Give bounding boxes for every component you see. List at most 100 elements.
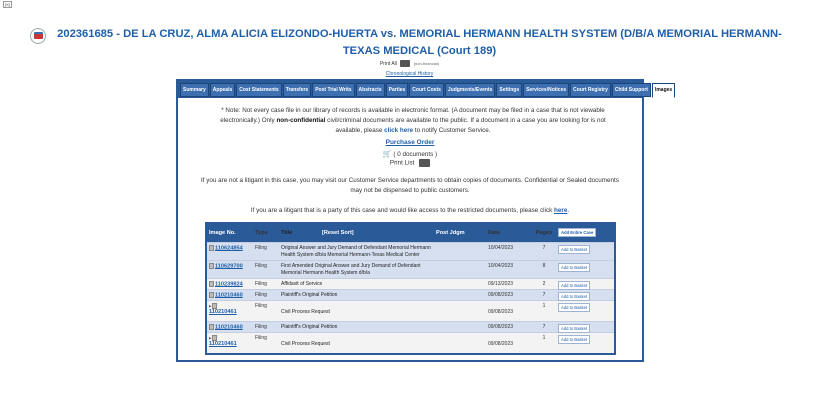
action-cell: Add to Basket [558,263,614,272]
add-entire-case-button[interactable]: Add Entire Case [558,228,597,237]
tab-settings[interactable]: Settings [496,83,523,97]
note-text-3: to notify Customer Service. [413,127,491,134]
header-post-jdgm[interactable]: Post Jdgm [436,230,488,236]
print-all-row: Print All (non-financial) [0,60,819,67]
add-to-basket-button[interactable]: Add to Basket [558,245,591,254]
header-title: Title [Reset Sort] [281,230,436,237]
case-header: 202361685 - DE LA CRUZ, ALMA ALICIA ELIZ… [0,26,819,60]
not-litigant-text: If you are not a litigant in this case, … [201,177,619,194]
add-to-basket-button[interactable]: Add to Basket [558,335,591,344]
date-cell: 10/04/2023 [488,263,514,269]
tab-images[interactable]: Images [651,83,676,98]
images-table: Image No. Type Title [Reset Sort] Post J… [205,222,616,355]
table-row: 110629700 Filing First Amended Original … [207,260,614,278]
date-cell: 10/04/2023 [488,245,514,251]
add-to-basket-button[interactable]: Add to Basket [558,324,591,333]
title-cell: Civil Process Request [281,341,330,347]
tab-services-notices[interactable]: Services/Notices [523,83,570,97]
table-row: 110624854 Filing Original Answer and Jur… [207,242,614,260]
image-link[interactable]: 110629700 [215,263,243,269]
county-seal-icon [30,28,46,44]
litigant-text-body: If you are a litigant that is a party of… [250,207,555,214]
printer-icon[interactable] [400,60,411,67]
restricted-access-link[interactable]: here [554,207,567,214]
header-type[interactable]: Type [255,230,281,236]
print-list-label: Print List [389,159,415,167]
date-cell: 09/08/2023 [488,309,514,315]
tab-parties[interactable]: Parties [385,83,409,97]
notify-customer-service-link[interactable]: click here [384,127,413,134]
purchase-order-link[interactable]: Purchase Order [178,139,642,146]
image-link[interactable]: 110210461 [209,309,237,315]
type-cell: Filing [255,324,267,330]
pages-cell: 8 [542,263,546,269]
document-icon [209,281,214,287]
image-link[interactable]: 110239824 [215,281,243,287]
tab-court-costs[interactable]: Court Costs [409,83,444,97]
image-cell: 110239824 [207,281,255,287]
date-cell: 09/08/2023 [488,341,514,347]
header-title-label[interactable]: Title [281,230,292,236]
header-pages[interactable]: Pages [530,230,558,236]
action-cell: Add to Basket [558,303,614,312]
title-cell: Civil Process Request [281,309,330,315]
header-image-no[interactable]: Image No. [207,230,255,236]
action-cell: Add to Basket [558,335,614,344]
image-link[interactable]: 110210460 [215,292,243,298]
document-icon [211,303,217,309]
tab-cost-statements[interactable]: Cost Statements [236,83,282,97]
note-bold: non-confidential [276,117,326,124]
tab-judgments-events[interactable]: Judgments/Events [444,83,496,97]
case-panel: Summary Appeals Cost Statements Transfer… [176,79,676,362]
tab-summary[interactable]: Summary [180,83,209,97]
type-cell: Filing [255,281,267,287]
add-to-basket-button[interactable]: Add to Basket [558,263,591,272]
image-cell: 110210460 [207,292,255,298]
tab-appeals[interactable]: Appeals [209,83,236,97]
pages-cell: 7 [542,245,546,251]
close-window-button[interactable]: [X] [3,1,12,8]
documents-count-row: 🛒 ( 0 documents ) [178,150,642,158]
documents-count: ( 0 documents ) [393,151,438,158]
chronological-history-link[interactable]: Chronological History [0,71,819,77]
type-cell: Filing [255,303,267,309]
tab-child-support[interactable]: Child Support [611,83,651,97]
action-cell: Add to Basket [558,245,614,254]
litigant-text-end: . [567,207,570,214]
tab-abstracts[interactable]: Abstracts [355,83,385,97]
image-cell: ▸ 110210461 [207,335,255,347]
image-link[interactable]: 110624854 [215,245,243,251]
date-cell: 09/08/2023 [488,324,514,330]
title-cell: Plaintiff's Original Petition [281,324,338,330]
document-icon [209,292,214,298]
image-cell: ▸ 110210461 [207,303,255,315]
type-cell: Filing [255,335,267,341]
tab-transfers[interactable]: Transfers [282,83,312,97]
document-icon [209,263,214,269]
add-to-basket-button[interactable]: Add to Basket [558,292,591,301]
tab-court-registry[interactable]: Court Registry [570,83,611,97]
print-list-printer-icon[interactable] [419,159,431,167]
print-all-label: Print All [379,60,397,67]
date-cell: 09/08/2023 [488,292,514,298]
action-cell: Add to Basket [558,292,614,301]
image-link[interactable]: 110210460 [215,324,243,330]
litigant-text: If you are a litigant that is a party of… [178,207,642,214]
pages-cell: 2 [542,281,546,287]
case-title: 202361685 - DE LA CRUZ, ALMA ALICIA ELIZ… [57,28,782,57]
add-to-basket-button[interactable]: Add to Basket [558,281,591,290]
print-all-note: (non-financial) [413,60,440,66]
header-date[interactable]: Date [488,230,530,236]
action-cell: Add to Basket [558,324,614,333]
tab-bar: Summary Appeals Cost Statements Transfer… [178,81,676,98]
tab-post-trial-writs[interactable]: Post Trial Writs [312,83,355,97]
table-row: ▸ 110210461 Filing Civil Process Request… [207,300,614,321]
document-icon [209,245,214,251]
reset-sort-link[interactable]: [Reset Sort] [322,230,354,236]
table-row: 110210460 Filing Plaintiff's Original Pe… [207,321,614,333]
title-cell: Affidavit of Service [281,281,323,287]
title-cell: First Amended Original Answer and Jury D… [281,263,421,276]
cart-icon: 🛒 [382,151,392,158]
image-link[interactable]: 110210461 [209,341,237,347]
add-to-basket-button[interactable]: Add to Basket [558,303,591,312]
